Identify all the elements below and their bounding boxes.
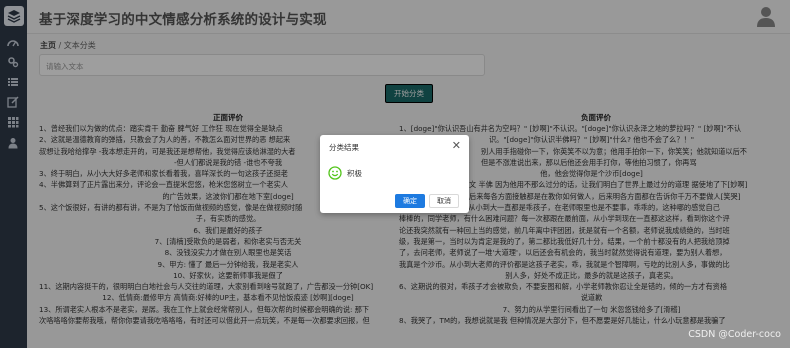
smile-icon: [328, 165, 342, 180]
watermark: CSDN @Coder-coco: [688, 329, 781, 340]
confirm-button[interactable]: 确定: [395, 194, 425, 208]
dialog-title: 分类结果: [329, 143, 359, 152]
classification-result: 积极: [347, 169, 362, 178]
close-icon[interactable]: ✕: [452, 139, 461, 152]
result-dialog: 分类结果 ✕ 积极 确定 取消: [320, 135, 469, 213]
cancel-button[interactable]: 取消: [429, 194, 459, 208]
